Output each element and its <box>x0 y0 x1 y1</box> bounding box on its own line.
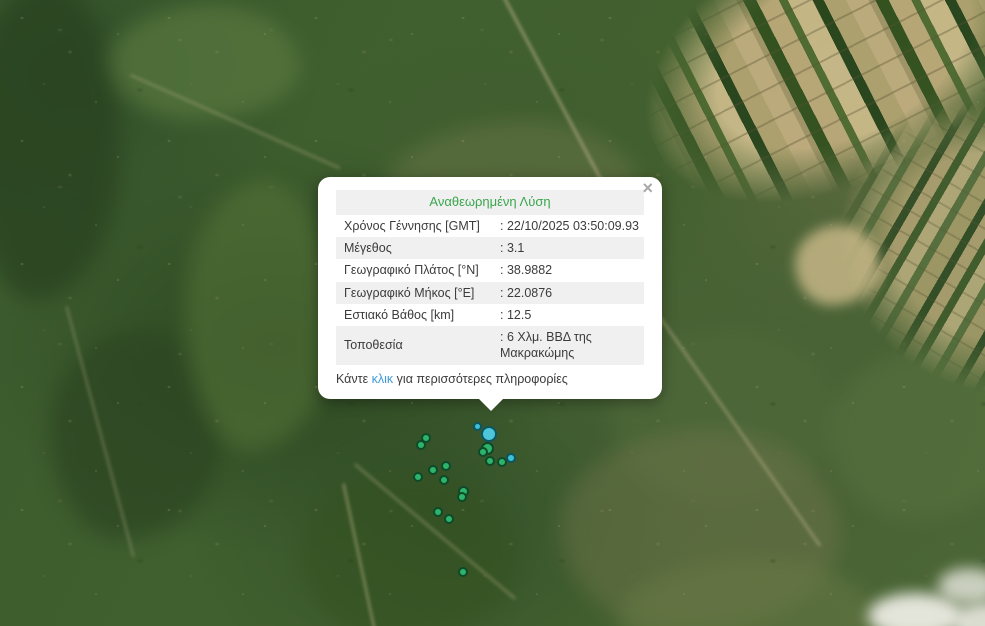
footer-text-suffix: για περισσότερες πληροφορίες <box>393 372 568 386</box>
earthquake-marker[interactable] <box>506 453 516 463</box>
row-value: : 22/10/2025 03:50:09.93 <box>500 218 639 234</box>
row-label: Γεωγραφικό Πλάτος [°N] <box>344 262 500 278</box>
earthquake-marker[interactable] <box>473 422 482 431</box>
more-info-link[interactable]: κλικ <box>372 372 394 386</box>
popup-title: Αναθεωρημένη Λύση <box>336 190 644 215</box>
popup-table-row: Χρόνος Γέννησης [GMT] : 22/10/2025 03:50… <box>336 215 644 237</box>
popup-table-row: Τοποθεσία : 6 Χλμ. ΒΒΔ της Μακρακώμης <box>336 326 644 365</box>
row-value: : 22.0876 <box>500 285 636 301</box>
popup-footer: Κάντε κλικ για περισσότερες πληροφορίες <box>336 372 644 386</box>
earthquake-marker[interactable] <box>416 440 426 450</box>
row-label: Μέγεθος <box>344 240 500 256</box>
earthquake-marker[interactable] <box>485 456 495 466</box>
popup-table-row: Γεωγραφικό Μήκος [°E] : 22.0876 <box>336 282 644 304</box>
row-label: Τοποθεσία <box>344 337 500 353</box>
earthquake-marker[interactable] <box>433 507 443 517</box>
earthquake-marker[interactable] <box>444 514 454 524</box>
earthquake-marker[interactable] <box>441 461 451 471</box>
earthquake-popup: × Αναθεωρημένη Λύση Χρόνος Γέννησης [GMT… <box>318 177 662 399</box>
row-value: : 38.9882 <box>500 262 636 278</box>
earthquake-marker[interactable] <box>428 465 438 475</box>
earthquake-marker[interactable] <box>439 475 449 485</box>
earthquake-marker[interactable] <box>457 492 467 502</box>
row-value: : 6 Χλμ. ΒΒΔ της Μακρακώμης <box>500 329 636 362</box>
popup-table-row: Εστιακό Βάθος [km] : 12.5 <box>336 304 644 326</box>
earthquake-marker[interactable] <box>413 472 423 482</box>
footer-text-prefix: Κάντε <box>336 372 372 386</box>
satellite-map[interactable]: × Αναθεωρημένη Λύση Χρόνος Γέννησης [GMT… <box>0 0 985 626</box>
earthquake-marker[interactable] <box>458 567 468 577</box>
row-label: Χρόνος Γέννησης [GMT] <box>344 218 500 234</box>
row-value: : 3.1 <box>500 240 636 256</box>
popup-table-row: Μέγεθος : 3.1 <box>336 237 644 259</box>
row-value: : 12.5 <box>500 307 636 323</box>
popup-table: Αναθεωρημένη Λύση Χρόνος Γέννησης [GMT] … <box>336 190 644 365</box>
row-label: Εστιακό Βάθος [km] <box>344 307 500 323</box>
popup-table-row: Γεωγραφικό Πλάτος [°N] : 38.9882 <box>336 259 644 281</box>
earthquake-marker[interactable] <box>478 447 488 457</box>
popup-pointer <box>479 399 503 411</box>
earthquake-marker[interactable] <box>481 426 497 442</box>
popup-close-button[interactable]: × <box>642 179 653 197</box>
row-label: Γεωγραφικό Μήκος [°E] <box>344 285 500 301</box>
